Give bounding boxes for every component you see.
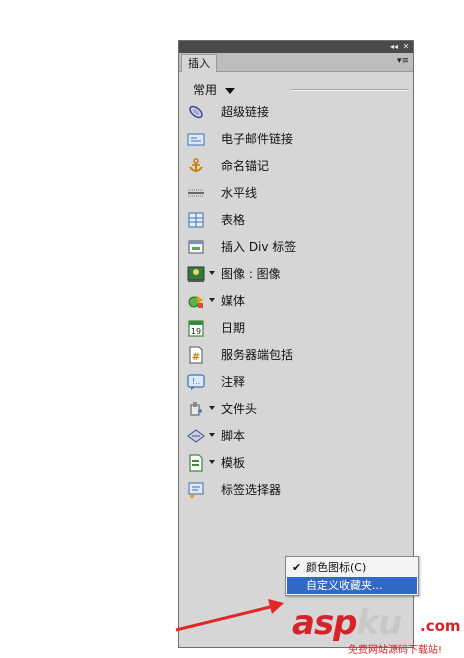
insert-item-comment[interactable]: !.. 注释 [185,372,405,392]
item-label: 水平线 [221,186,258,200]
menu-item-color-icons[interactable]: ✔ 颜色图标(C) [287,559,417,576]
close-icon[interactable]: ✕ [401,42,411,52]
item-label: 文件头 [221,402,258,416]
category-dropdown[interactable]: 常用 [193,82,236,98]
svg-text:19: 19 [191,327,201,336]
date-icon: 19 [188,320,204,337]
watermark-tld: .com [420,617,461,635]
template-icon [189,454,203,472]
chevron-down-icon [225,87,236,94]
image-icon [187,266,205,282]
insert-item-date[interactable]: 19 日期 [185,318,405,338]
horizontal-rule-icon [188,189,204,197]
insert-item-tag-chooser[interactable]: 标签选择器 [185,480,405,500]
watermark-tagline: 免费网站源码下载站! [348,645,443,656]
hyperlink-icon [189,105,203,119]
insert-item-image[interactable]: 图像 : 图像 [185,264,405,284]
item-label: 图像 : 图像 [221,267,281,281]
item-label: 媒体 [221,294,246,308]
item-label: 服务器端包括 [221,348,294,362]
annotation-arrow-icon [175,599,284,632]
tag-chooser-icon [188,482,204,498]
menu-item-label: 颜色图标(C) [306,561,367,574]
item-label: 表格 [221,213,246,227]
svg-text:#: # [192,352,200,363]
dropdown-arrow-icon[interactable] [209,406,215,410]
insert-item-media[interactable]: 媒体 [185,291,405,311]
insert-item-hyperlink[interactable]: 超级链接 [185,102,405,122]
table-icon [188,212,204,228]
item-label: 电子邮件链接 [221,132,294,146]
menu-item-label: 自定义收藏夹... [306,579,383,592]
insert-item-head[interactable]: 文件头 [185,399,405,419]
script-icon [187,429,205,443]
panel-options-menu-icon[interactable]: ▾≡ [397,55,409,67]
category-label: 常用 [193,83,218,97]
head-icon [190,402,202,416]
check-icon: ✔ [292,561,302,574]
insert-item-div-tag[interactable]: 插入 Div 标签 [185,237,405,257]
media-icon [188,295,203,308]
menu-item-customize-favorites[interactable]: 自定义收藏夹... [287,577,417,594]
divider [291,89,409,91]
item-label: 模板 [221,456,246,470]
dropdown-arrow-icon[interactable] [209,271,215,275]
tab-insert[interactable]: 插入 [181,54,217,72]
insert-item-named-anchor[interactable]: 命名锚记 [185,156,405,176]
item-label: 标签选择器 [221,483,282,497]
email-link-icon [187,133,205,146]
comment-icon: !.. [187,374,205,390]
insert-item-template[interactable]: 模板 [185,453,405,473]
item-label: 插入 Div 标签 [221,240,297,254]
insert-item-script[interactable]: 脚本 [185,426,405,446]
anchor-icon [189,158,203,172]
insert-item-horizontal-rule[interactable]: 水平线 [185,183,405,203]
insert-item-email-link[interactable]: 电子邮件链接 [185,129,405,149]
dropdown-arrow-icon[interactable] [209,460,215,464]
server-include-icon: # [189,346,203,364]
item-label: 日期 [221,321,246,335]
collapse-icon[interactable]: ◂◂ [389,42,399,52]
insert-item-server-include[interactable]: # 服务器端包括 [185,345,405,365]
context-menu: ✔ 颜色图标(C) 自定义收藏夹... [285,556,419,596]
svg-text:!..: !.. [192,377,200,386]
dropdown-arrow-icon[interactable] [209,433,215,437]
item-label: 超级链接 [221,105,270,119]
watermark-logo: aspku .com 免费网站源码下载站! [292,603,464,656]
insert-item-table[interactable]: 表格 [185,210,405,230]
div-tag-icon [188,240,204,254]
panel-titlebar: ◂◂ ✕ [179,41,413,53]
dropdown-arrow-icon[interactable] [209,298,215,302]
item-label: 命名锚记 [221,159,270,173]
item-label: 脚本 [221,429,246,443]
item-label: 注释 [221,375,246,389]
panel-tabbar: 插入 ▾≡ [179,53,413,72]
watermark-brand: aspku [292,603,402,643]
